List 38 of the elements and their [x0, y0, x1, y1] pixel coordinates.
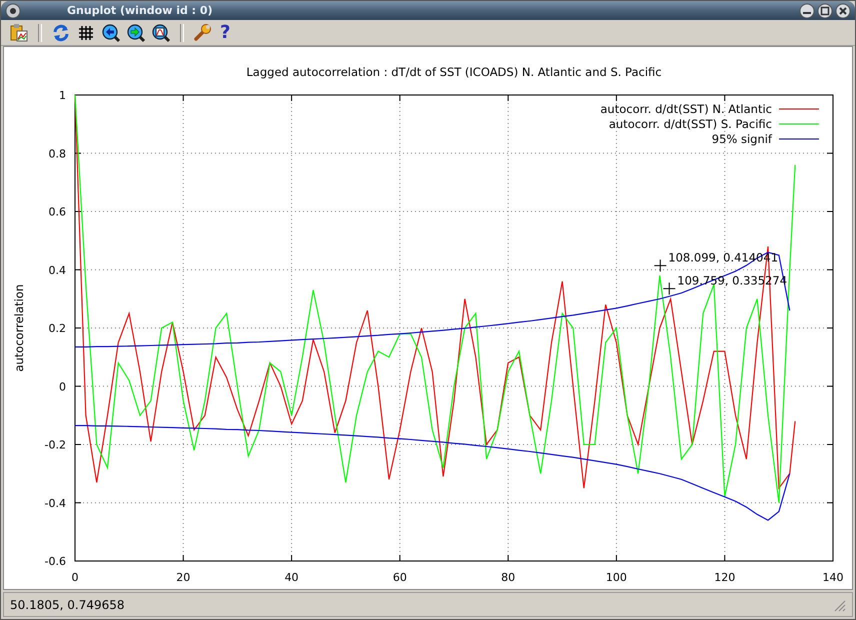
cursor-coordinates: 50.1805, 0.749658	[10, 598, 125, 612]
maximize-icon[interactable]	[817, 2, 833, 19]
zoom-left-arrow-icon[interactable]	[101, 22, 121, 43]
window-menu-icon[interactable]	[5, 2, 21, 19]
x-tick-label: 20	[176, 571, 190, 584]
y-tick-label: -0.6	[44, 555, 66, 568]
crosshair-marker	[662, 282, 676, 296]
refresh-icon[interactable]	[51, 22, 71, 43]
legend-label: 95% signif	[712, 132, 772, 146]
y-tick-label: 1	[59, 89, 66, 102]
window-title: Gnuplot (window id : 0)	[67, 4, 213, 18]
chart-title: Lagged autocorrelation : dT/dt of SST (ICOADS) N. Atlantic and S. Pacific	[246, 65, 662, 80]
x-tick-label: 140	[822, 571, 844, 584]
close-icon[interactable]	[835, 2, 851, 19]
y-tick-label: 0.8	[48, 147, 66, 160]
resize-grip-icon[interactable]	[832, 598, 846, 612]
zoom-right-arrow-icon[interactable]	[126, 22, 146, 43]
legend-label: autocorr. d/dt(SST) N. Atlantic	[600, 102, 772, 116]
y-axis-label: autocorrelation	[12, 284, 26, 372]
y-tick-label: 0.2	[48, 322, 66, 336]
legend-label: autocorr. d/dt(SST) S. Pacific	[608, 117, 772, 132]
zoom-graph-icon[interactable]	[151, 22, 171, 43]
y-tick-label: 0.6	[48, 206, 66, 219]
x-tick-label: 0	[72, 571, 78, 584]
x-tick-label: 40	[284, 571, 299, 584]
minimize-icon[interactable]	[799, 2, 815, 19]
wrench-icon[interactable]	[193, 22, 213, 43]
y-tick-label: -0.4	[44, 496, 66, 510]
x-tick-label: 120	[714, 571, 736, 584]
y-tick-label: 0	[59, 380, 66, 394]
y-tick-label: -0.2	[44, 438, 66, 452]
clipboard-chart-icon[interactable]	[9, 22, 29, 43]
x-tick-label: 100	[606, 571, 627, 584]
x-tick-label: 80	[501, 571, 516, 584]
y-tick-label: 0.4	[48, 264, 66, 277]
crosshair-marker	[654, 259, 667, 272]
help-button[interactable]: ?	[218, 22, 232, 43]
x-tick-label: 60	[392, 571, 407, 584]
